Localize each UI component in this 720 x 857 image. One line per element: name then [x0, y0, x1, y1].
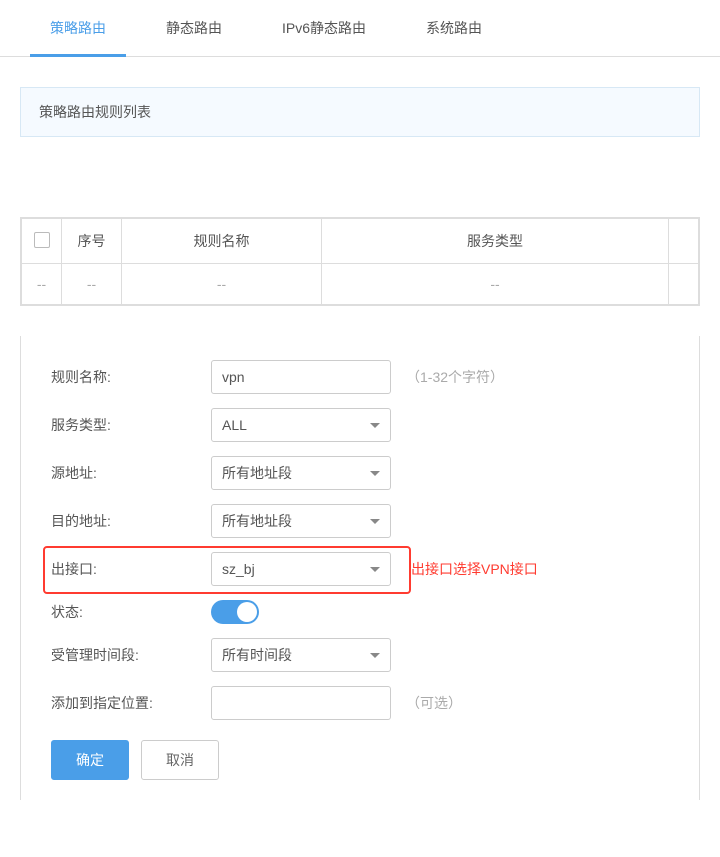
section-title: 策略路由规则列表: [20, 87, 700, 137]
select-all-checkbox[interactable]: [34, 232, 50, 248]
ok-button[interactable]: 确定: [51, 740, 129, 780]
tabs-bar: 策略路由 静态路由 IPv6静态路由 系统路由: [0, 0, 720, 57]
caret-down-icon: [370, 567, 380, 572]
dst-addr-select[interactable]: 所有地址段: [211, 504, 391, 538]
th-checkbox: [22, 219, 62, 264]
time-range-select[interactable]: 所有时间段: [211, 638, 391, 672]
label-rule-name: 规则名称:: [51, 367, 211, 387]
cell-name: --: [122, 264, 322, 305]
out-if-value: sz_bj: [222, 561, 255, 577]
label-time-range: 受管理时间段:: [51, 645, 211, 665]
rule-table: 序号 规则名称 服务类型 -- -- -- --: [20, 217, 700, 306]
service-type-select[interactable]: ALL: [211, 408, 391, 442]
caret-down-icon: [370, 519, 380, 524]
label-dst-addr: 目的地址:: [51, 511, 211, 531]
service-type-value: ALL: [222, 417, 247, 433]
src-addr-value: 所有地址段: [222, 463, 292, 483]
th-index: 序号: [62, 219, 122, 264]
label-service-type: 服务类型:: [51, 415, 211, 435]
dst-addr-value: 所有地址段: [222, 511, 292, 531]
time-range-value: 所有时间段: [222, 645, 292, 665]
cell-service: --: [322, 264, 669, 305]
table-row: -- -- -- --: [22, 264, 699, 305]
rule-name-input[interactable]: [222, 369, 380, 385]
tab-ipv6-static-route[interactable]: IPv6静态路由: [252, 0, 396, 56]
insert-pos-hint: （可选）: [406, 693, 462, 713]
cancel-button[interactable]: 取消: [141, 740, 219, 780]
tab-static-route[interactable]: 静态路由: [136, 0, 252, 56]
th-service: 服务类型: [322, 219, 669, 264]
cell-extra: [669, 264, 699, 305]
caret-down-icon: [370, 471, 380, 476]
caret-down-icon: [370, 653, 380, 658]
tab-system-route[interactable]: 系统路由: [396, 0, 512, 56]
rule-name-input-wrap[interactable]: [211, 360, 391, 394]
insert-pos-input[interactable]: [222, 695, 380, 711]
out-if-annotation: 出接口选择VPN接口: [411, 559, 538, 579]
out-if-select[interactable]: sz_bj: [211, 552, 391, 586]
label-status: 状态:: [51, 602, 211, 622]
rule-name-hint: （1-32个字符）: [406, 367, 504, 387]
caret-down-icon: [370, 423, 380, 428]
status-toggle[interactable]: [211, 600, 259, 624]
tab-policy-route[interactable]: 策略路由: [20, 0, 136, 56]
label-insert-pos: 添加到指定位置:: [51, 693, 211, 713]
cell-chk: --: [22, 264, 62, 305]
th-name: 规则名称: [122, 219, 322, 264]
cell-index: --: [62, 264, 122, 305]
label-src-addr: 源地址:: [51, 463, 211, 483]
insert-pos-input-wrap[interactable]: [211, 686, 391, 720]
th-extra: [669, 219, 699, 264]
rule-form: 规则名称: （1-32个字符） 服务类型: ALL 源地址: 所有地址段 目的地…: [20, 336, 700, 800]
src-addr-select[interactable]: 所有地址段: [211, 456, 391, 490]
label-out-if: 出接口:: [51, 559, 211, 579]
